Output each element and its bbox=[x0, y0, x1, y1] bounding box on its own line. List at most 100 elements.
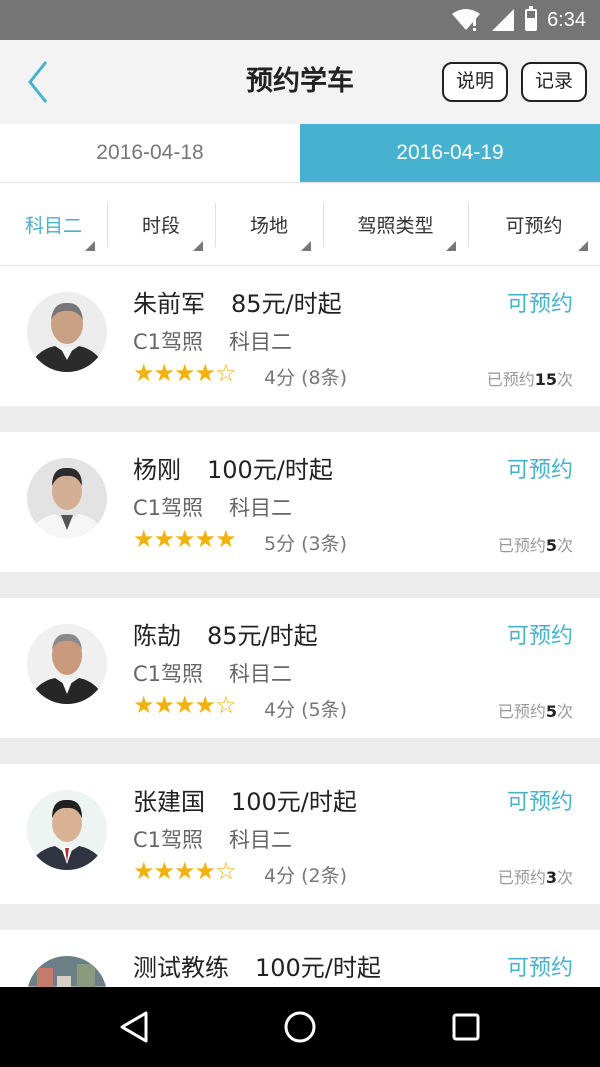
star-full-icon: ★ bbox=[153, 857, 175, 885]
bookable-status[interactable]: 可预约 bbox=[507, 286, 573, 318]
bookable-status[interactable]: 可预约 bbox=[507, 452, 573, 484]
coach-license: C1驾照 bbox=[133, 828, 204, 852]
booked-prefix: 已预约 bbox=[497, 868, 546, 887]
filter-availability-label: 可预约 bbox=[505, 214, 563, 237]
filter-time-slot[interactable]: 时段 bbox=[107, 183, 215, 265]
coach-name: 杨刚 bbox=[133, 456, 181, 484]
coach-license: C1驾照 bbox=[133, 330, 204, 354]
coach-name: 测试教练 bbox=[133, 954, 229, 982]
star-full-icon: ★ bbox=[133, 359, 154, 387]
booked-count: 已预约5次 bbox=[498, 698, 573, 722]
date-tabs: 2016-04-18 2016-04-19 bbox=[0, 124, 600, 182]
star-rating: ★★★★☆ bbox=[133, 359, 237, 387]
filter-license-type[interactable]: 驾照类型 bbox=[323, 183, 468, 265]
app-header: 预约学车 说明 记录 bbox=[0, 40, 600, 124]
coach-name-line: 朱前军 85元/时起 bbox=[133, 284, 342, 319]
star-full-icon: ★ bbox=[215, 525, 236, 553]
booked-number: 5 bbox=[545, 702, 557, 721]
filter-venue[interactable]: 场地 bbox=[215, 183, 323, 265]
star-rating: ★★★★☆ bbox=[133, 857, 237, 885]
star-full-icon: ★ bbox=[194, 359, 216, 387]
records-button[interactable]: 记录 bbox=[521, 62, 587, 102]
coach-card[interactable]: 朱前军 85元/时起 C1驾照 科目二 ★★★★☆ 4分 (8条) 可预约 已预约1… bbox=[0, 266, 600, 406]
coach-subject: 科目二 bbox=[229, 828, 293, 852]
star-full-icon: ★ bbox=[133, 691, 154, 719]
coach-price: 100元/时起 bbox=[255, 954, 381, 982]
avatar bbox=[27, 790, 107, 870]
date-tab-0418[interactable]: 2016-04-18 bbox=[0, 124, 300, 182]
coach-price: 85元/时起 bbox=[231, 290, 342, 318]
star-full-icon: ★ bbox=[133, 525, 154, 553]
dropdown-triangle-icon bbox=[85, 241, 95, 251]
star-full-icon: ★ bbox=[133, 857, 154, 885]
booked-suffix: 次 bbox=[556, 868, 573, 887]
star-full-icon: ★ bbox=[174, 359, 195, 387]
coach-price: 85元/时起 bbox=[207, 622, 318, 650]
coach-license: C1驾照 bbox=[133, 496, 204, 520]
bookable-status[interactable]: 可预约 bbox=[507, 784, 573, 816]
coach-license: C1驾照 bbox=[133, 662, 204, 686]
coach-subject: 科目二 bbox=[229, 330, 293, 354]
signal-icon bbox=[492, 9, 515, 31]
nav-recent-icon[interactable] bbox=[440, 1001, 492, 1053]
booked-count: 已预约15次 bbox=[487, 366, 573, 390]
filter-subject-label: 科目二 bbox=[24, 214, 82, 237]
date-tab-0419[interactable]: 2016-04-19 bbox=[300, 124, 600, 182]
nav-back-icon[interactable] bbox=[108, 1001, 160, 1053]
star-full-icon: ★ bbox=[194, 857, 216, 885]
booked-prefix: 已预约 bbox=[497, 702, 546, 721]
booked-prefix: 已预约 bbox=[486, 370, 535, 389]
rating-text: 4分 (2条) bbox=[264, 865, 348, 887]
filter-time-slot-label: 时段 bbox=[141, 214, 180, 237]
coach-license-line: C1驾照 科目二 bbox=[133, 492, 292, 522]
explain-button[interactable]: 说明 bbox=[442, 62, 508, 102]
status-time: 6:34 bbox=[547, 8, 586, 31]
coach-name: 陈劼 bbox=[133, 622, 181, 650]
dropdown-triangle-icon bbox=[446, 241, 456, 251]
star-empty-icon: ☆ bbox=[215, 359, 236, 387]
coach-name-line: 杨刚 100元/时起 bbox=[133, 450, 333, 485]
booked-suffix: 次 bbox=[556, 370, 573, 389]
bookable-status[interactable]: 可预约 bbox=[507, 618, 573, 650]
star-full-icon: ★ bbox=[153, 525, 175, 553]
star-full-icon: ★ bbox=[174, 857, 195, 885]
star-rating: ★★★★★ bbox=[133, 525, 237, 553]
coach-price: 100元/时起 bbox=[207, 456, 333, 484]
wifi-icon bbox=[452, 9, 481, 31]
filter-subject[interactable]: 科目二 bbox=[0, 183, 107, 265]
coach-card[interactable]: 陈劼 85元/时起 C1驾照 科目二 ★★★★☆ 4分 (5条) 可预约 已预约5次 bbox=[0, 598, 600, 738]
dropdown-triangle-icon bbox=[193, 241, 203, 251]
dropdown-triangle-icon bbox=[301, 241, 311, 251]
coach-card[interactable]: 杨刚 100元/时起 C1驾照 科目二 ★★★★★ 5分 (3条) 可预约 已预约5… bbox=[0, 432, 600, 572]
bookable-status[interactable]: 可预约 bbox=[507, 950, 573, 982]
filter-license-type-label: 驾照类型 bbox=[357, 214, 434, 237]
system-nav-bar bbox=[0, 987, 600, 1067]
filter-venue-label: 场地 bbox=[249, 214, 288, 237]
star-rating: ★★★★☆ bbox=[133, 691, 237, 719]
coach-license-line: C1驾照 科目二 bbox=[133, 326, 292, 356]
booked-suffix: 次 bbox=[556, 702, 573, 721]
booked-number: 15 bbox=[534, 370, 557, 389]
booked-prefix: 已预约 bbox=[497, 536, 546, 555]
status-icons: 6:34 bbox=[451, 0, 586, 40]
star-full-icon: ★ bbox=[153, 691, 175, 719]
filter-bar: 科目二 时段 场地 驾照类型 可预约 bbox=[0, 182, 600, 266]
coach-name-line: 测试教练 100元/时起 bbox=[133, 948, 381, 983]
coach-name: 朱前军 bbox=[133, 290, 205, 318]
coach-license-line: C1驾照 科目二 bbox=[133, 658, 292, 688]
filter-availability[interactable]: 可预约 bbox=[468, 183, 600, 265]
coach-card[interactable]: 张建国 100元/时起 C1驾照 科目二 ★★★★☆ 4分 (2条) 可预约 已预约… bbox=[0, 764, 600, 904]
coach-license-line: C1驾照 科目二 bbox=[133, 824, 292, 854]
dropdown-triangle-icon bbox=[578, 241, 588, 251]
rating-text: 5分 (3条) bbox=[264, 533, 348, 555]
star-full-icon: ★ bbox=[174, 691, 195, 719]
nav-home-icon[interactable] bbox=[274, 1001, 326, 1053]
star-empty-icon: ☆ bbox=[215, 691, 236, 719]
page-title: 预约学车 bbox=[246, 66, 354, 97]
avatar bbox=[27, 292, 107, 372]
booked-number: 5 bbox=[545, 536, 557, 555]
rating-text: 4分 (8条) bbox=[264, 367, 348, 389]
booked-number: 3 bbox=[545, 868, 557, 887]
booked-count: 已预约3次 bbox=[498, 864, 573, 888]
status-bar: 6:34 bbox=[0, 0, 600, 40]
